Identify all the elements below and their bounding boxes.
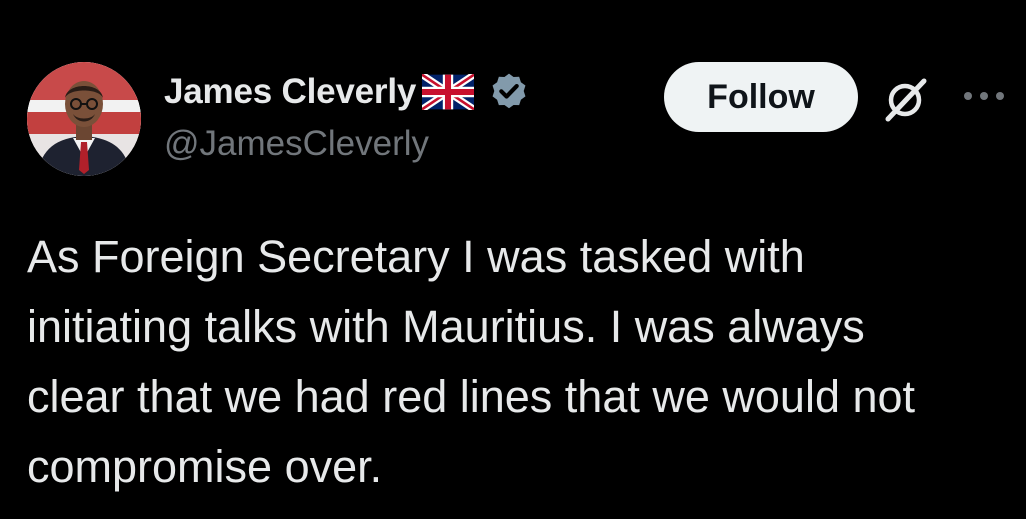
- tweet-text: As Foreign Secretary I was tasked with i…: [27, 231, 916, 492]
- avatar[interactable]: [27, 62, 141, 176]
- avatar-photo: [27, 62, 141, 176]
- grok-icon[interactable]: [880, 73, 932, 125]
- author-display-name[interactable]: James Cleverly: [164, 72, 416, 112]
- author-handle[interactable]: @JamesCleverly: [164, 124, 429, 164]
- author-name-row: James Cleverly: [164, 70, 530, 114]
- more-options-icon[interactable]: [962, 86, 1006, 106]
- tweet-header: James Cleverly @JamesCleverly Follow: [0, 0, 1026, 200]
- follow-button[interactable]: Follow: [664, 62, 858, 132]
- uk-flag-icon: [420, 71, 477, 113]
- verified-badge-icon[interactable]: [488, 71, 530, 113]
